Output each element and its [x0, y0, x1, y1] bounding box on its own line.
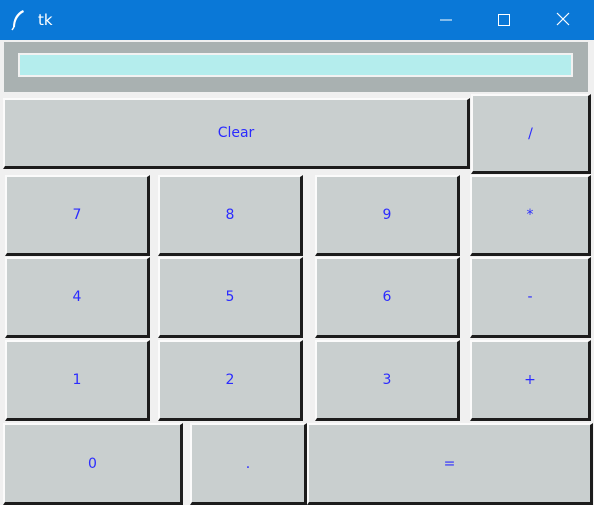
five-button[interactable]: 5 — [158, 257, 303, 338]
title-bar: tk — [0, 0, 594, 40]
maximize-icon — [498, 11, 510, 30]
minimize-icon — [440, 11, 452, 30]
add-button[interactable]: + — [470, 340, 591, 421]
display-field[interactable] — [18, 53, 573, 77]
maximize-button[interactable] — [475, 0, 533, 40]
three-button[interactable]: 3 — [315, 340, 460, 421]
eight-button[interactable]: 8 — [158, 175, 303, 256]
divide-button[interactable]: / — [471, 94, 591, 174]
zero-button[interactable]: 0 — [3, 423, 183, 505]
subtract-button[interactable]: - — [470, 257, 591, 338]
two-button[interactable]: 2 — [158, 340, 303, 421]
six-button[interactable]: 6 — [315, 257, 460, 338]
equals-button[interactable]: = — [307, 423, 593, 505]
clear-button[interactable]: Clear — [3, 98, 470, 169]
close-icon — [556, 11, 570, 30]
four-button[interactable]: 4 — [5, 257, 150, 338]
one-button[interactable]: 1 — [5, 340, 150, 421]
seven-button[interactable]: 7 — [5, 175, 150, 256]
decimal-button[interactable]: . — [190, 423, 307, 505]
minimize-button[interactable] — [417, 0, 475, 40]
window-title: tk — [38, 11, 53, 29]
feather-icon — [10, 9, 28, 31]
nine-button[interactable]: 9 — [315, 175, 460, 256]
multiply-button[interactable]: * — [470, 175, 591, 256]
close-button[interactable] — [534, 0, 592, 40]
